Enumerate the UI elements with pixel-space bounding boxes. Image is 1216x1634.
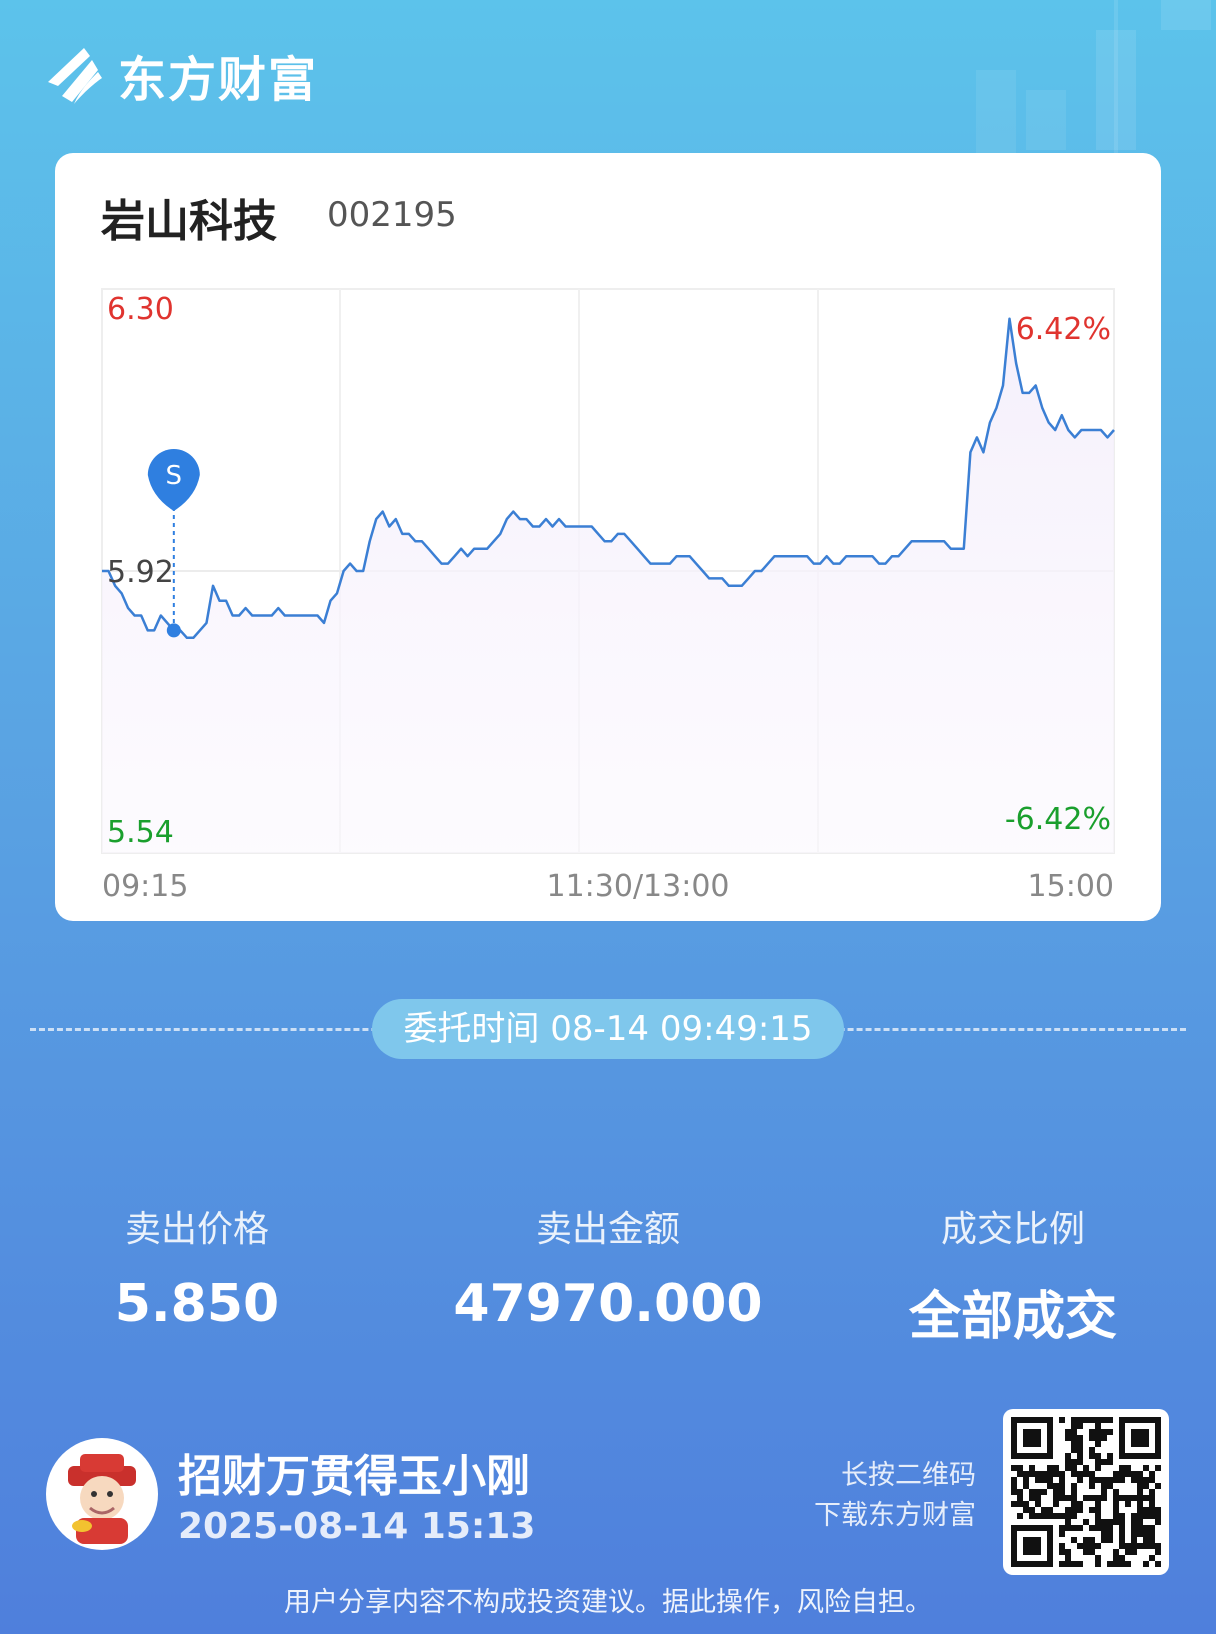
stat-label: 卖出金额 [535,1209,680,1250]
share-datetime: 2025-08-14 15:13 [178,1506,536,1547]
stat-fill-ratio: 成交比例 全部成交 [813,1200,1213,1349]
qr-code[interactable] [1003,1409,1169,1575]
disclaimer: 用户分享内容不构成投资建议。据此操作，风险自担。 [284,1587,932,1618]
time-label-mid: 11:30/13:00 [546,869,729,904]
intraday-chart: 6.30 5.92 5.54 6.42% -6.42% 09:15 11:30/… [101,288,1115,904]
min-pct-label: -6.42% [1005,802,1111,837]
time-label-start: 09:15 [102,869,188,904]
qr-hint-line1: 长按二维码 [841,1460,976,1491]
stat-value: 5.850 [114,1274,280,1334]
order-time-pill: 委托时间 08-14 09:49:15 [372,999,844,1059]
eastmoney-logo-icon [48,48,102,104]
brand-logo: 东方财富 [44,40,318,110]
order-time-value: 08-14 09:49:15 [550,1009,813,1049]
max-pct-label: 6.42% [1016,312,1111,347]
stat-sell-price: 卖出价格 5.850 [0,1200,397,1334]
order-time-label: 委托时间 [403,1009,540,1049]
stat-sell-amount: 卖出金额 47970.000 [408,1200,808,1334]
sell-marker[interactable]: S [147,449,200,638]
qr-code-icon [1011,1417,1161,1567]
prev-close-label: 5.92 [107,555,174,590]
avatar[interactable] [46,1438,158,1550]
user-name: 招财万贯得玉小刚 [178,1451,530,1502]
price-area [102,318,1114,853]
qr-hint-line2: 下载东方财富 [814,1500,976,1531]
qr-hint: 长按二维码 下载东方财富 [780,1456,976,1536]
sell-marker-label: S [166,461,183,491]
min-price-label: 5.54 [107,815,174,850]
stat-value: 47970.000 [453,1274,763,1334]
time-label-end: 15:00 [1028,869,1114,904]
god-of-wealth-avatar-icon [68,1454,136,1544]
brand-name: 东方财富 [118,52,319,108]
stat-value: 全部成交 [908,1287,1117,1347]
max-price-label: 6.30 [107,292,174,327]
stat-label: 成交比例 [940,1209,1085,1250]
stat-label: 卖出价格 [124,1209,269,1250]
stock-chart-card: 岩山科技 002195 6.30 5.92 5.54 6.42% -6.42% … [55,153,1161,921]
